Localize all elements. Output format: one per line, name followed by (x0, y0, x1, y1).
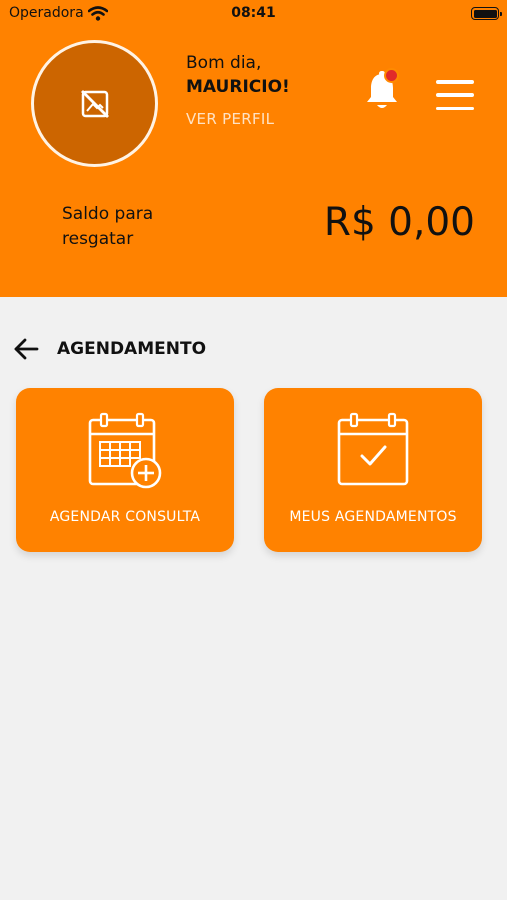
battery-icon (471, 7, 502, 20)
user-name: MAURICIO! (186, 77, 290, 97)
balance-value: R$ 0,00 (323, 200, 475, 245)
avatar[interactable] (31, 40, 158, 167)
calendar-check-icon (337, 412, 409, 486)
menu-icon[interactable] (436, 80, 474, 110)
view-profile-link[interactable]: VER PERFIL (186, 110, 274, 128)
calendar-plus-icon (88, 412, 162, 489)
clock: 08:41 (231, 5, 276, 21)
back-arrow-icon[interactable] (12, 336, 40, 362)
no-image-icon (80, 89, 109, 118)
schedule-appointment-card[interactable]: AGENDAR CONSULTA (16, 388, 234, 552)
balance-label: Saldo para resgatar (62, 204, 154, 249)
greeting-text: Bom dia, (186, 53, 262, 73)
notification-badge (384, 68, 399, 83)
my-appointments-card[interactable]: MEUS AGENDAMENTOS (264, 388, 482, 552)
schedule-appointment-label: AGENDAR CONSULTA (49, 509, 201, 525)
status-bar: Operadora 08:41 (0, 0, 507, 28)
my-appointments-label: MEUS AGENDAMENTOS (289, 509, 457, 525)
section-title: AGENDAMENTO (57, 339, 207, 359)
header: Operadora 08:41 Bom dia, MAURICIO! VER P… (0, 0, 507, 297)
